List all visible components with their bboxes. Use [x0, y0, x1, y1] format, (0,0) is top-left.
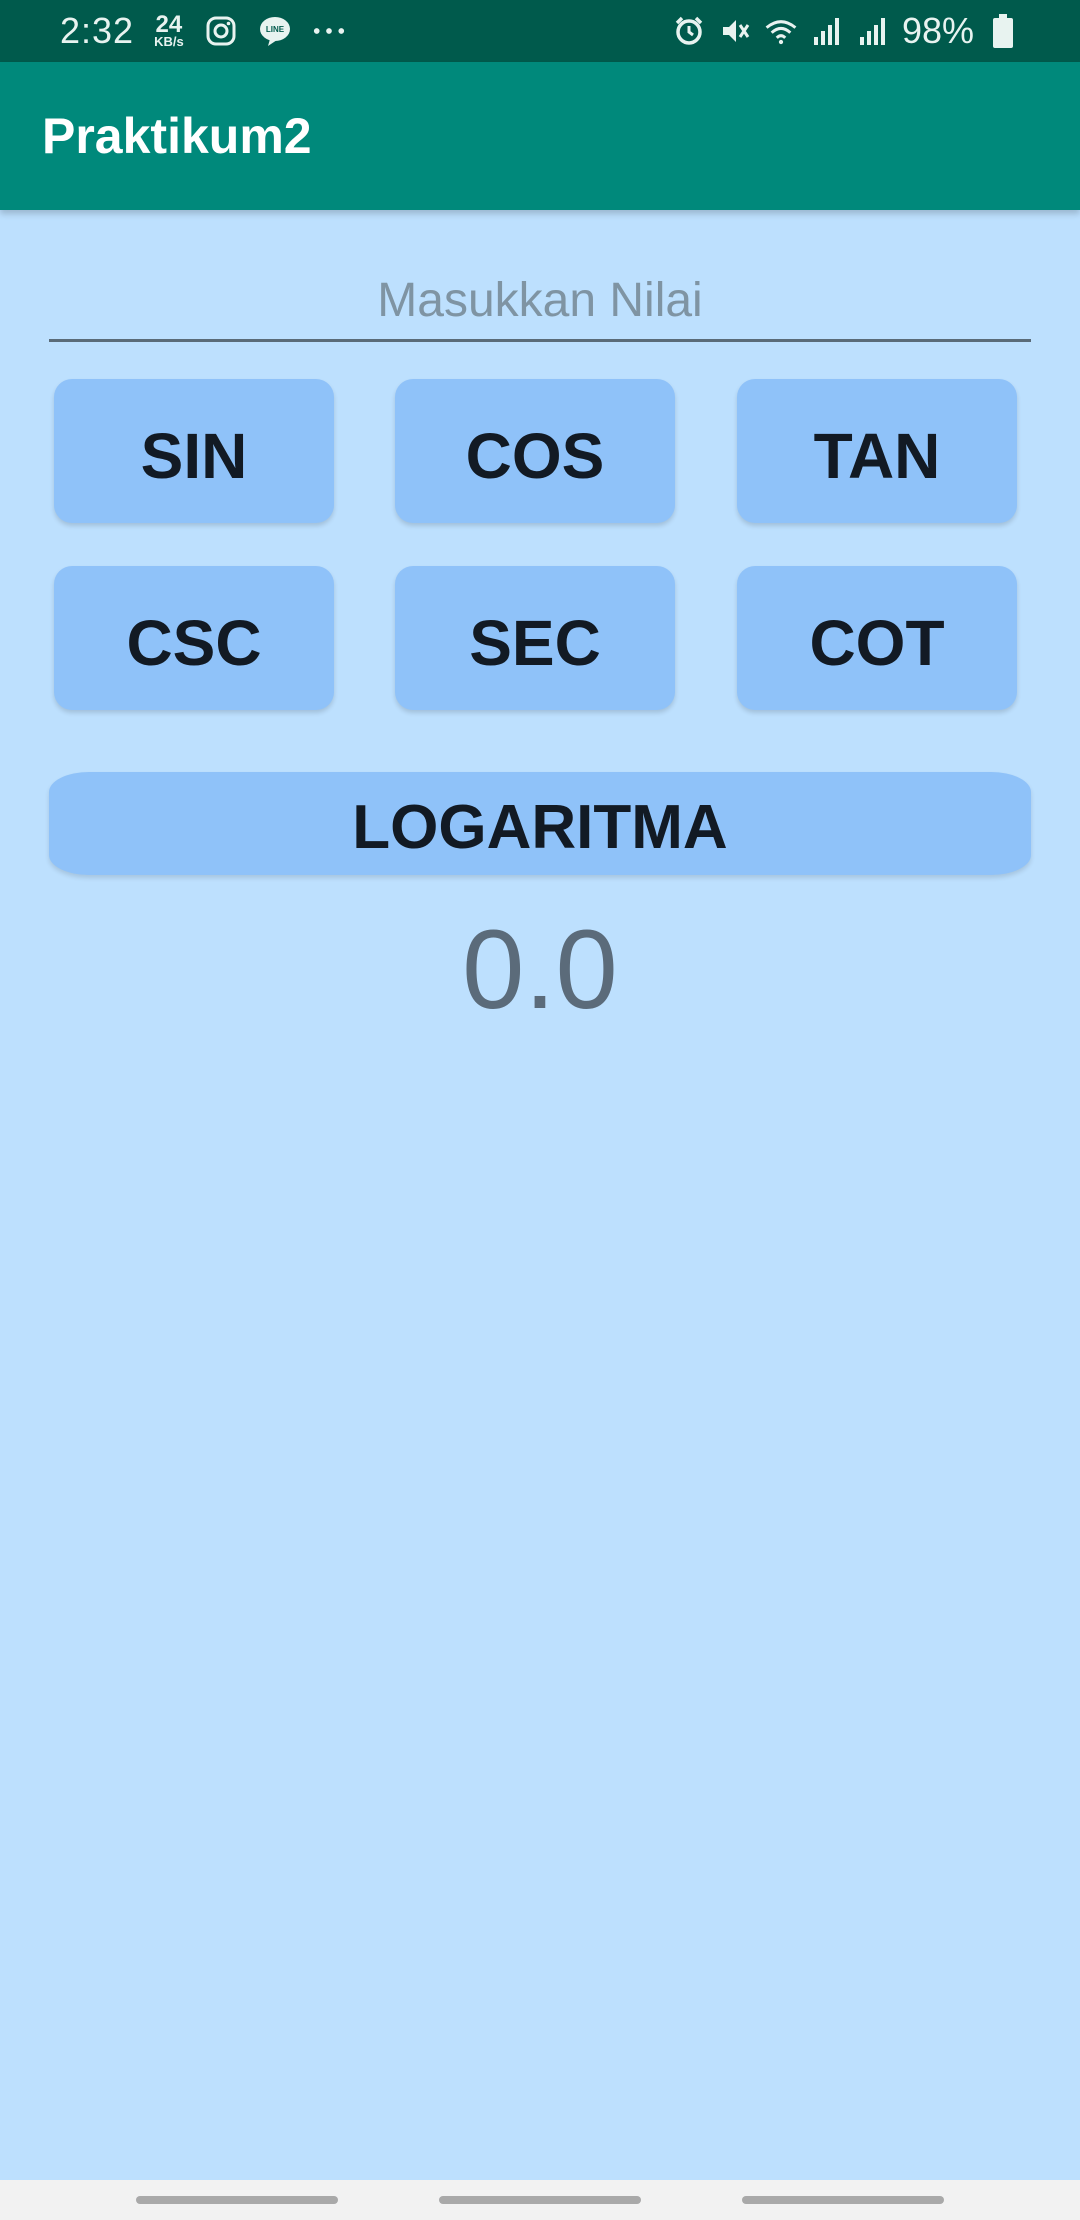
signal-icon	[856, 14, 890, 48]
speed-value: 24	[155, 11, 183, 39]
instagram-icon	[204, 14, 238, 48]
sec-button[interactable]: SEC	[395, 566, 675, 710]
sin-button[interactable]: SIN	[54, 379, 334, 523]
csc-button[interactable]: CSC	[54, 566, 334, 710]
battery-icon	[986, 14, 1020, 48]
network-speed: 24 KB/s	[154, 11, 184, 49]
mute-icon	[718, 14, 752, 48]
svg-text:LINE: LINE	[266, 25, 285, 34]
signal-icon	[810, 14, 844, 48]
alarm-icon	[672, 14, 706, 48]
app-bar: Praktikum2	[0, 62, 1080, 210]
battery-percent: 98%	[901, 10, 974, 51]
tan-button[interactable]: TAN	[737, 379, 1017, 523]
value-input[interactable]	[49, 262, 1031, 342]
cos-button[interactable]: COS	[395, 379, 675, 523]
cot-button[interactable]: COT	[737, 566, 1017, 710]
speed-unit: KB/s	[154, 33, 184, 49]
status-time: 2:32	[60, 10, 135, 51]
logaritma-button[interactable]: LOGARITMA	[49, 772, 1031, 875]
app-title: Praktikum2	[42, 108, 312, 164]
nav-back-handle[interactable]	[742, 2196, 944, 2204]
navigation-bar	[0, 2180, 1080, 2220]
nav-home-handle[interactable]	[439, 2196, 641, 2204]
line-icon: LINE	[258, 14, 292, 48]
status-left: 2:32 24 KB/s LINE	[60, 10, 346, 52]
result-text: 0.0	[462, 907, 618, 1032]
wifi-icon	[764, 14, 798, 48]
nav-recents-handle[interactable]	[136, 2196, 338, 2204]
status-right: 98%	[672, 10, 1020, 52]
status-bar: 2:32 24 KB/s LINE 98%	[0, 0, 1080, 62]
more-dots-icon	[312, 14, 346, 48]
